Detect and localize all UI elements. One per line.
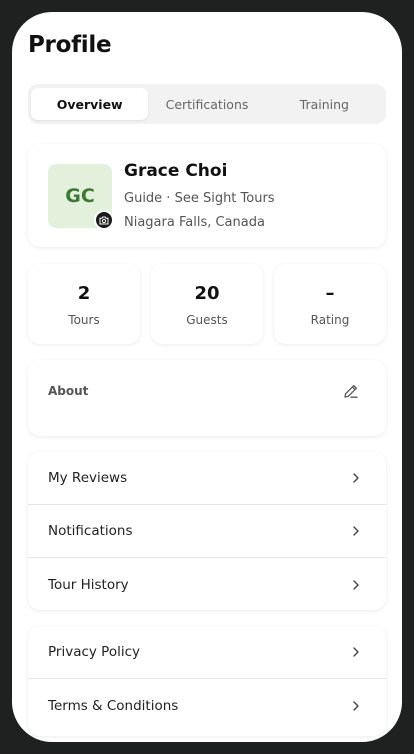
profile-name: Grace Choi [124, 161, 228, 181]
chevron-right-icon [350, 472, 362, 484]
menu-item-my-reviews[interactable]: My Reviews [28, 452, 386, 505]
account-menu: My Reviews Notifications Tour History [28, 452, 386, 610]
menu-item-label: Terms & Conditions [48, 697, 179, 714]
profile-role: Guide · See Sight Tours [124, 191, 275, 206]
stat-card-tours: 2 Tours [28, 264, 140, 344]
stat-card-guests: 20 Guests [151, 264, 263, 344]
menu-item-tour-history[interactable]: Tour History [28, 558, 386, 610]
tab-overview[interactable]: Overview [31, 88, 149, 120]
chevron-right-icon [350, 646, 362, 658]
profile-card: GC Grace Choi Guide · See Sight Tours Ni… [28, 144, 386, 247]
avatar[interactable]: GC [48, 164, 114, 230]
menu-item-label: Privacy Policy [48, 644, 141, 660]
stat-label: Guests [186, 313, 228, 327]
chevron-right-icon [350, 700, 362, 712]
profile-location: Niagara Falls, Canada [124, 215, 265, 230]
camera-icon[interactable] [94, 210, 114, 230]
about-label: About [48, 384, 89, 398]
menu-item-terms-conditions[interactable]: Terms & Conditions [28, 679, 386, 732]
menu-item-label: Tour History [48, 576, 129, 593]
pencil-icon[interactable] [342, 382, 360, 400]
menu-item-notifications[interactable]: Notifications [28, 505, 386, 558]
stat-label: Rating [310, 313, 350, 327]
stat-value: 20 [194, 283, 220, 304]
chevron-right-icon [350, 579, 362, 591]
phone-frame: Profile Overview Certifications Training… [12, 12, 402, 742]
chevron-right-icon [350, 525, 362, 537]
avatar-initials: GC [65, 185, 95, 207]
profile-tabs: Overview Certifications Training [28, 84, 386, 124]
stat-value: – [325, 283, 335, 304]
menu-item-label: My Reviews [48, 470, 128, 486]
page-title: Profile [28, 32, 112, 58]
stat-card-rating: – Rating [274, 264, 386, 344]
stat-label: Tours [68, 313, 100, 327]
menu-item-privacy-policy[interactable]: Privacy Policy [28, 626, 386, 679]
tab-certifications[interactable]: Certifications [148, 88, 265, 120]
about-card: About [28, 360, 386, 436]
stat-value: 2 [77, 283, 91, 304]
menu-item-label: Notifications [48, 523, 133, 539]
tab-training[interactable]: Training [266, 88, 383, 120]
profile-screen: Profile Overview Certifications Training… [12, 12, 402, 742]
legal-menu: Privacy Policy Terms & Conditions [28, 626, 386, 736]
